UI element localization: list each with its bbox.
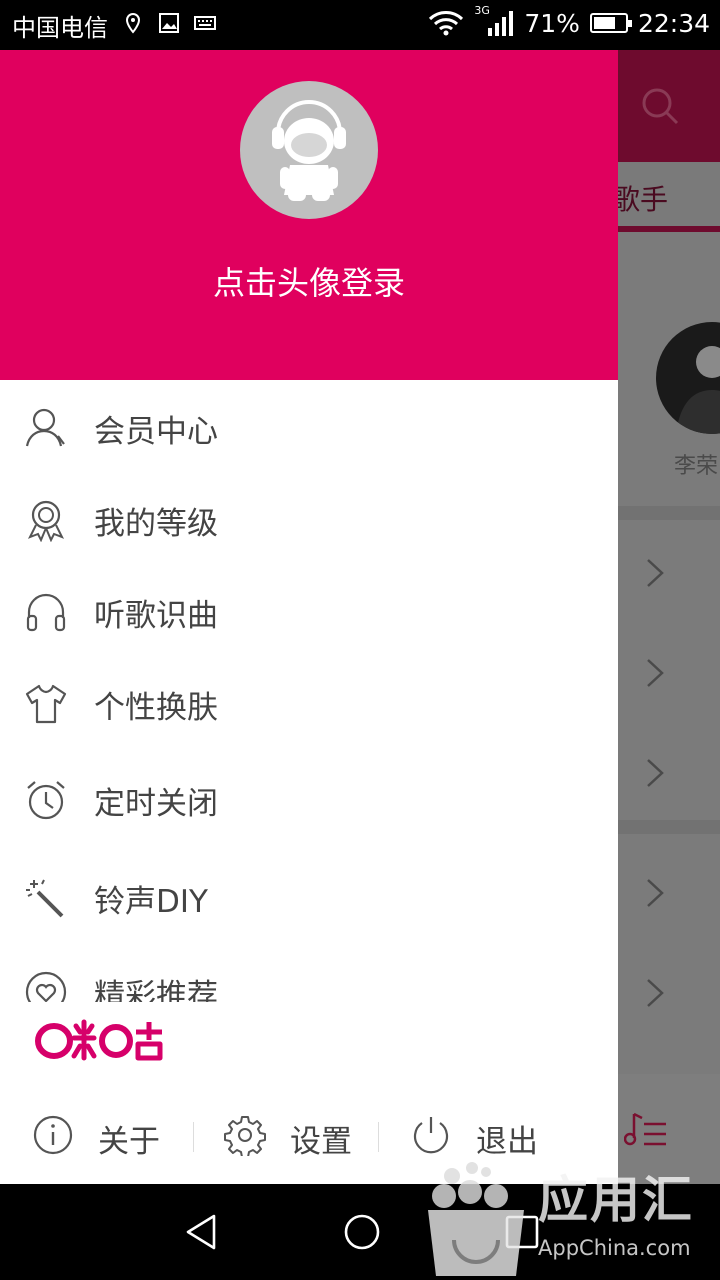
- back-button[interactable]: [180, 1210, 224, 1254]
- navigation-drawer: 点击头像登录 会员中心 我的等级 听歌识曲 个性换肤 定时关闭 铃声DIY 精彩…: [0, 50, 618, 1184]
- location-icon: [125, 12, 141, 34]
- gear-icon: [224, 1116, 266, 1156]
- menu-item-label: 听歌识曲: [94, 598, 218, 634]
- drawer-header: 点击头像登录: [0, 50, 618, 380]
- about-label: 关于: [98, 1124, 160, 1160]
- watermark-title: 应用汇: [538, 1171, 694, 1229]
- menu-item-label: 铃声DIY: [94, 884, 208, 920]
- keyboard-icon: [194, 16, 216, 30]
- robot-mascot-icon: [272, 100, 346, 201]
- menu-item-label: 精彩推荐: [94, 978, 218, 1002]
- chevron-right-icon: [647, 759, 664, 787]
- menu-item-label: 会员中心: [94, 414, 218, 450]
- battery-icon: [589, 13, 632, 33]
- divider: [618, 506, 720, 520]
- chevron-right-icon: [647, 559, 664, 587]
- signal-icon: 3G: [474, 4, 514, 38]
- migu-logo: [35, 1019, 163, 1061]
- alarm-clock-icon: [27, 781, 65, 820]
- chevron-right-icon: [647, 659, 664, 687]
- shopping-bag-icon: [428, 1162, 524, 1276]
- heart-icon: [25, 971, 67, 1002]
- clock: 22:34: [637, 8, 710, 38]
- menu-item-recommendations[interactable]: 精彩推荐: [0, 944, 618, 1002]
- tab-singers: 歌手: [618, 183, 669, 216]
- menu-item-label: 个性换肤: [94, 690, 218, 726]
- magic-wand-icon: [26, 879, 64, 918]
- background-header: [618, 50, 720, 162]
- artist-name: 李荣: [674, 454, 719, 479]
- menu-item-sleep-timer[interactable]: 定时关闭: [0, 752, 618, 848]
- login-prompt[interactable]: 点击头像登录: [0, 258, 618, 304]
- home-button[interactable]: [340, 1210, 384, 1254]
- image-icon: [159, 13, 179, 33]
- medal-icon: [27, 500, 65, 542]
- avatar[interactable]: [240, 81, 378, 219]
- chevron-right-icon: [647, 879, 664, 907]
- appchina-watermark: 应用汇 AppChina.com: [420, 1158, 720, 1280]
- divider: [193, 1122, 194, 1152]
- settings-label: 设置: [290, 1124, 352, 1160]
- background-app[interactable]: 歌手 李荣: [618, 50, 720, 1184]
- drawer-menu: 会员中心 我的等级 听歌识曲 个性换肤 定时关闭 铃声DIY 精彩推荐: [0, 380, 618, 1002]
- menu-item-my-level[interactable]: 我的等级: [0, 472, 618, 568]
- menu-item-member-center[interactable]: 会员中心: [0, 380, 618, 476]
- carrier-name: 中国电信: [12, 14, 108, 42]
- divider: [618, 820, 720, 834]
- menu-item-ringtone-diy[interactable]: 铃声DIY: [0, 850, 618, 946]
- search-icon: [642, 88, 679, 125]
- artist-avatar: [656, 322, 720, 434]
- menu-item-song-recognition[interactable]: 听歌识曲: [0, 564, 618, 660]
- wifi-icon: [429, 11, 464, 36]
- logout-label: 退出: [476, 1124, 538, 1160]
- status-bar: 中国电信 3G 71% 22:34: [0, 0, 720, 50]
- power-icon: [413, 1117, 449, 1154]
- headphones-icon: [26, 593, 66, 632]
- watermark-subtitle: AppChina.com: [538, 1236, 691, 1260]
- info-icon: [33, 1115, 73, 1155]
- about-button[interactable]: 关于: [32, 1090, 182, 1184]
- menu-item-label: 定时关闭: [94, 786, 218, 822]
- battery-percent: 71%: [524, 8, 580, 38]
- divider: [378, 1122, 379, 1152]
- playlist-icon: [624, 1112, 666, 1146]
- menu-item-skin[interactable]: 个性换肤: [0, 656, 618, 752]
- user-icon: [25, 408, 65, 447]
- tshirt-icon: [25, 684, 67, 724]
- chevron-right-icon: [647, 979, 664, 1007]
- settings-button[interactable]: 设置: [224, 1090, 374, 1184]
- background-tabbar: 歌手: [618, 162, 720, 232]
- menu-item-label: 我的等级: [94, 506, 218, 542]
